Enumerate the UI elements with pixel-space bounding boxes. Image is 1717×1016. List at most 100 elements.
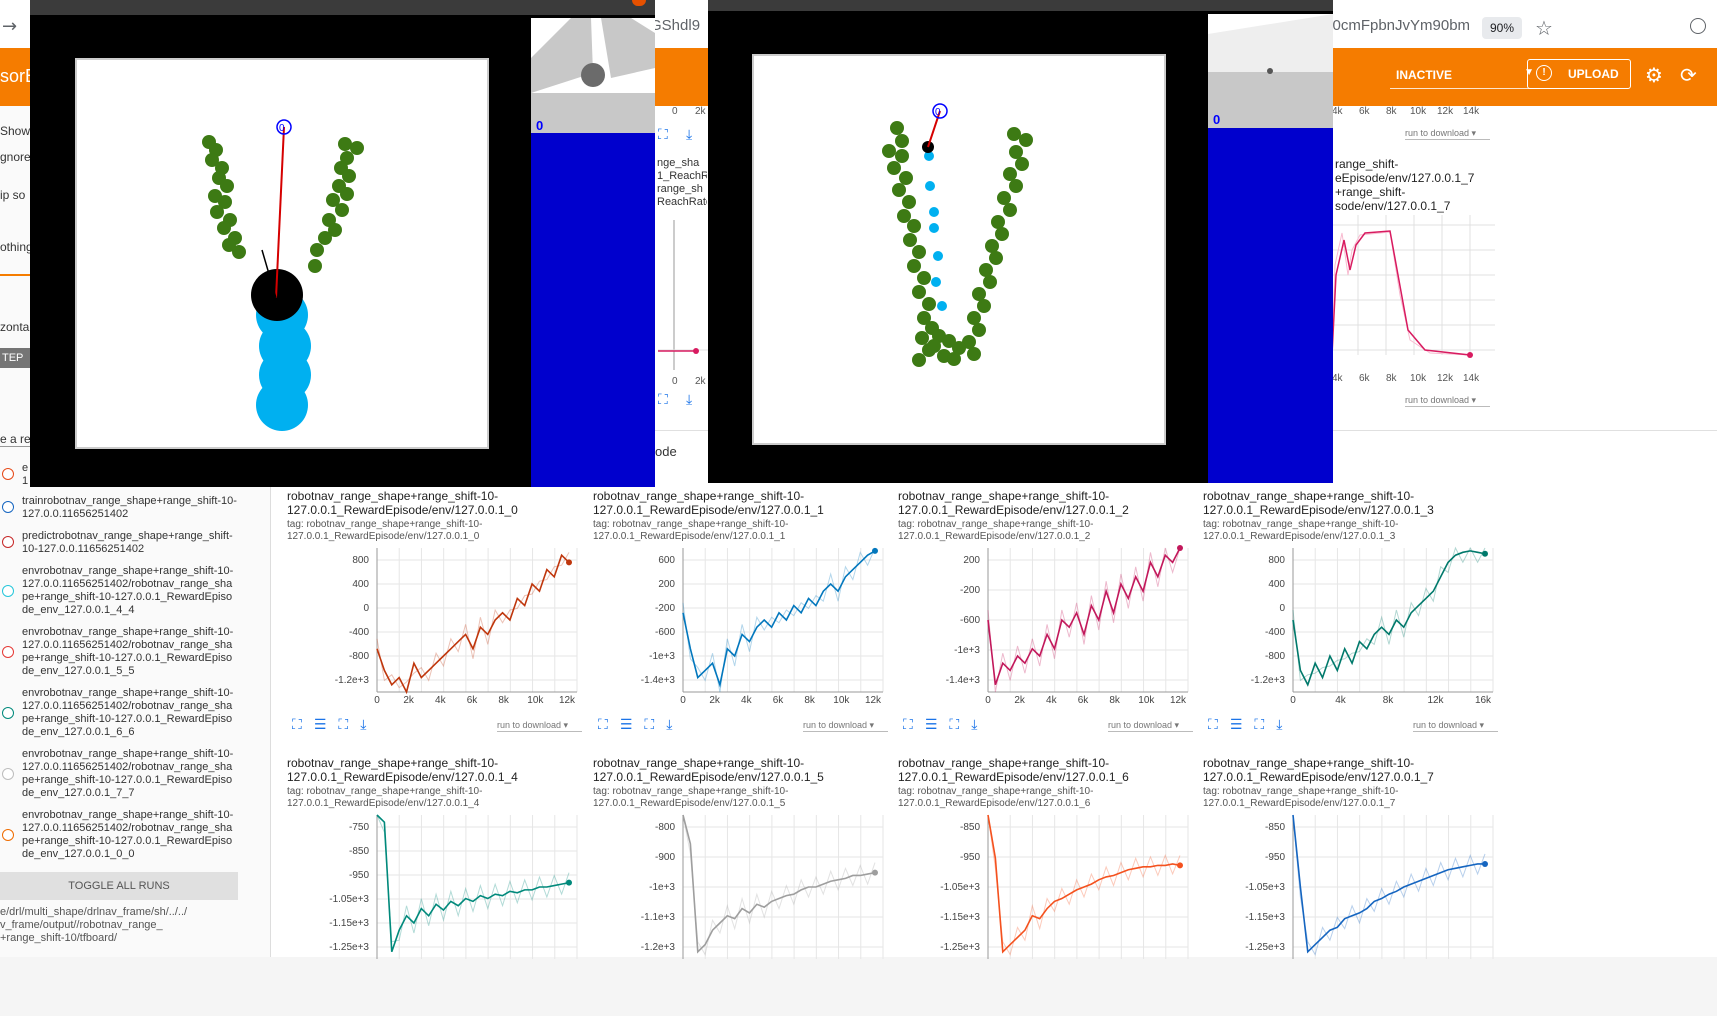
chart-plot[interactable]: 200 -200 -600 -1e+3 -1.4e+3 0 2k 4k 6k 8k 10k 12k bbox=[898, 544, 1194, 704]
download-icon[interactable]: ⤓ bbox=[666, 717, 672, 733]
x-tick-label: 0 bbox=[985, 695, 991, 704]
address-bar-fragment[interactable]: GShdl9 bbox=[650, 17, 710, 41]
download-run-select[interactable]: run to download ▾ bbox=[1108, 720, 1193, 732]
chart-plot[interactable]: -800 -900 -1e+3 -1.1e+3 -1.2e+3 bbox=[593, 811, 889, 971]
upload-button[interactable]: ! UPLOAD bbox=[1527, 59, 1631, 89]
download-icon[interactable]: ⤓ bbox=[686, 392, 692, 408]
chart-title: robotnav_range_shape+range_shift-10-127.… bbox=[898, 489, 1129, 517]
fit-domain-icon[interactable]: ⛶ bbox=[1254, 717, 1264, 733]
y-tick-label: -400 bbox=[349, 627, 369, 638]
run-color-dot[interactable] bbox=[2, 536, 14, 548]
fit-domain-icon[interactable]: ⛶ bbox=[949, 717, 959, 733]
top-right-chart[interactable] bbox=[1330, 215, 1500, 370]
x-tick-label: 2k bbox=[1014, 695, 1026, 704]
sidebar-option-tooltip[interactable]: ip so bbox=[0, 188, 25, 202]
fullscreen-icon[interactable]: ⛶ bbox=[1208, 717, 1218, 733]
top-download-select[interactable]: run to download ▾ bbox=[1405, 128, 1490, 140]
y-tick-label: -1.15e+3 bbox=[1245, 912, 1285, 923]
chart-tag: tag: robotnav_range_shape+range_shift-10… bbox=[287, 519, 483, 542]
bookmark-star-icon[interactable]: ☆ bbox=[1535, 16, 1553, 40]
run-color-dot[interactable] bbox=[2, 829, 14, 841]
sidebar-option-horizontal[interactable]: zontal bbox=[0, 320, 32, 334]
download-run-select[interactable]: run to download ▾ bbox=[497, 720, 582, 732]
run-color-dot[interactable] bbox=[2, 585, 14, 597]
chart-plot[interactable]: 800 400 0 -400 -800 -1.2e+3 0 2k 4k 6k 8k 10k 12k bbox=[287, 544, 583, 704]
smoothed-series-line bbox=[682, 814, 876, 954]
data-table-icon[interactable]: ☰ bbox=[1230, 717, 1243, 733]
run-color-dot[interactable] bbox=[2, 501, 14, 513]
chart-title: robotnav_range_shape+range_shift-10-127.… bbox=[593, 756, 824, 784]
data-table-icon[interactable]: ☰ bbox=[314, 717, 327, 733]
y-tick-label: 800 bbox=[1268, 555, 1285, 566]
run-color-dot[interactable] bbox=[2, 646, 14, 658]
run-label: envrobotnav_range_shape+range_shift-10-1… bbox=[22, 809, 234, 860]
download-icon[interactable]: ⤓ bbox=[1276, 717, 1282, 733]
scalar-chart-card: robotnav_range_shape+range_shift-10-127.… bbox=[898, 756, 1194, 1016]
scalar-chart-card: robotnav_range_shape+range_shift-10-127.… bbox=[1203, 756, 1499, 1016]
run-label: envrobotnav_range_shape+range_shift-10-1… bbox=[22, 748, 234, 799]
download-run-label: run to download bbox=[1413, 720, 1478, 730]
top-right-download-select[interactable]: run to download ▾ bbox=[1405, 395, 1490, 407]
x-tick-label: 8k bbox=[1383, 695, 1395, 704]
chart-plot[interactable]: 800 400 0 -400 -800 -1.2e+3 0 4k 8k 12k 16k bbox=[1203, 544, 1499, 704]
download-icon[interactable]: ⤓ bbox=[686, 127, 692, 143]
smoothing-slider[interactable] bbox=[0, 274, 30, 276]
y-tick-label: -600 bbox=[960, 615, 980, 626]
data-table-icon[interactable]: ☰ bbox=[925, 717, 938, 733]
chevron-down-icon: ▾ bbox=[867, 720, 875, 730]
address-bar[interactable]: J0cmFpbnJvYm90bm bbox=[1325, 17, 1475, 41]
fullscreen-icon[interactable]: ⛶ bbox=[292, 717, 302, 733]
download-icon[interactable]: ⤓ bbox=[971, 717, 977, 733]
fit-domain-icon[interactable]: ⛶ bbox=[658, 127, 668, 143]
sim-window-left-titlebar[interactable] bbox=[30, 0, 655, 15]
data-table-icon[interactable]: ☰ bbox=[620, 717, 633, 733]
y-tick-label: 400 bbox=[352, 579, 369, 590]
smoothed-series-line bbox=[987, 547, 1181, 686]
run-label: envrobotnav_range_shape+range_shift-10-1… bbox=[22, 687, 234, 738]
download-run-select[interactable]: run to download ▾ bbox=[1413, 720, 1498, 732]
run-color-dot[interactable] bbox=[2, 768, 14, 780]
scalar-chart-card: robotnav_range_shape+range_shift-10-127.… bbox=[898, 489, 1194, 749]
refresh-icon[interactable]: ⟳ bbox=[1680, 63, 1697, 87]
zoom-indicator[interactable]: 90% bbox=[1482, 17, 1522, 39]
run-color-dot[interactable] bbox=[2, 707, 14, 719]
sim-window-right-titlebar[interactable] bbox=[708, 0, 1333, 11]
download-icon[interactable]: ⤓ bbox=[360, 717, 366, 733]
x-tick-label: 12k bbox=[559, 695, 576, 704]
fit-domain-icon[interactable]: ⛶ bbox=[644, 717, 654, 733]
chart-plot[interactable]: -850 -950 -1.05e+3 -1.15e+3 -1.25e+3 bbox=[1203, 811, 1499, 971]
y-tick-label: 0 bbox=[1279, 603, 1285, 614]
x-tick: 10k bbox=[1410, 373, 1427, 384]
reach-rate-chart[interactable] bbox=[658, 220, 708, 370]
back-icon[interactable]: → bbox=[2, 16, 17, 37]
run-label: envrobotnav_range_shape+range_shift-10-1… bbox=[22, 626, 234, 677]
regex-input-underline bbox=[0, 446, 30, 447]
chart-tag: tag: robotnav_range_shape+range_shift-10… bbox=[593, 786, 789, 809]
toggle-all-runs-button[interactable]: TOGGLE ALL RUNS bbox=[0, 872, 238, 900]
section-label[interactable]: ode bbox=[655, 444, 677, 459]
fit-domain-icon[interactable]: ⛶ bbox=[338, 717, 348, 733]
sensor-counter-right: 0 bbox=[1213, 112, 1221, 127]
y-tick-label: -850 bbox=[1265, 822, 1285, 833]
chart-plot[interactable]: 600 200 -200 -600 -1e+3 -1.4e+3 0 2k 4k 6k 8k 10k 12… bbox=[593, 544, 889, 704]
run-color-dot[interactable] bbox=[2, 468, 14, 480]
sidebar-option-smoothing[interactable]: othing bbox=[0, 240, 33, 254]
sidebar-option-ignore[interactable]: gnore bbox=[0, 150, 31, 164]
x-tick-label: 8k bbox=[498, 695, 510, 704]
sidebar-option-show[interactable]: Show bbox=[0, 124, 30, 138]
chart-plot[interactable]: -850 -950 -1.05e+3 -1.15e+3 -1.25e+3 bbox=[898, 811, 1194, 971]
download-run-select[interactable]: run to download ▾ bbox=[803, 720, 888, 732]
x-tick: 6k bbox=[1359, 373, 1370, 384]
laser-scan-right bbox=[1208, 14, 1333, 128]
robot-id-label: 0 bbox=[279, 123, 285, 134]
chart-plot[interactable]: -750 -850 -950 -1.05e+3 -1.15e+3 -1.25e+3 bbox=[287, 811, 583, 971]
fullscreen-icon[interactable]: ⛶ bbox=[903, 717, 913, 733]
profile-icon[interactable] bbox=[1690, 18, 1706, 34]
y-tick-label: -950 bbox=[960, 852, 980, 863]
y-tick-label: -200 bbox=[960, 585, 980, 596]
plugin-dropdown[interactable]: INACTIVE ▼ bbox=[1390, 62, 1540, 89]
fullscreen-icon[interactable]: ⛶ bbox=[598, 717, 608, 733]
settings-gear-icon[interactable]: ⚙ bbox=[1645, 63, 1663, 87]
sensor-view-left bbox=[531, 18, 655, 133]
fit-domain-icon[interactable]: ⛶ bbox=[658, 392, 668, 408]
